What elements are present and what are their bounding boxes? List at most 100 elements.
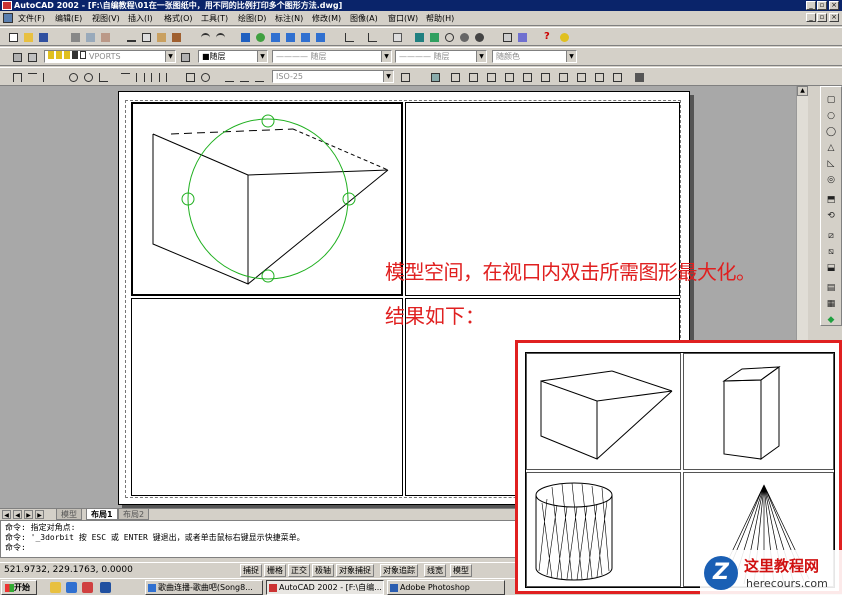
tab-layout1[interactable]: 布局1 (86, 509, 118, 520)
torus-icon[interactable]: ◎ (824, 173, 838, 187)
ne-iso-view-button[interactable] (592, 70, 605, 83)
snap-toggle[interactable]: 捕捉 (240, 564, 262, 577)
orbit-handle-top[interactable] (261, 114, 275, 128)
menu-insert[interactable]: 插入(I) (128, 13, 153, 24)
menu-tools[interactable]: 工具(T) (201, 13, 228, 24)
front-view-button[interactable] (520, 70, 533, 83)
close-button[interactable]: × (829, 1, 839, 10)
markup-button[interactable] (472, 30, 485, 43)
dim-edit-button[interactable] (222, 70, 235, 83)
menu-image[interactable]: 图像(A) (350, 13, 378, 24)
sphere-icon[interactable]: ○ (824, 109, 838, 123)
scroll-up-arrow[interactable]: ▲ (797, 86, 808, 96)
setup-drawing-icon[interactable]: ▤ (824, 281, 838, 295)
tab-next-arrow[interactable]: ▶ (24, 510, 33, 519)
zoom-window-button[interactable] (298, 30, 311, 43)
db-connect-button[interactable] (457, 30, 470, 43)
model-paper-toggle[interactable]: 模型 (450, 564, 472, 577)
command-prompt[interactable]: 命令: (5, 543, 513, 553)
menu-format[interactable]: 格式(O) (164, 13, 193, 24)
menu-help[interactable]: 帮助(H) (426, 13, 454, 24)
slice-icon[interactable]: ⧄ (824, 229, 838, 243)
make-layer-current-button[interactable] (178, 50, 191, 63)
radius-dim-button[interactable] (66, 70, 79, 83)
zoom-realtime-button[interactable] (283, 30, 296, 43)
baseline-dim-button[interactable] (133, 70, 146, 83)
tab-last-arrow[interactable]: ▶ (35, 510, 44, 519)
dim-style-button[interactable] (398, 70, 411, 83)
dimstyle-combo[interactable]: ISO-25 ▼ (272, 70, 394, 83)
osnap-toggle[interactable]: 对象捕捉 (336, 564, 374, 577)
menu-dimension[interactable]: 标注(N) (275, 13, 303, 24)
menu-draw[interactable]: 绘图(D) (238, 13, 266, 24)
menu-file[interactable]: 文件(F) (18, 13, 45, 24)
extrude-icon[interactable]: ⬒ (824, 193, 838, 207)
camera-button[interactable] (632, 70, 645, 83)
diameter-dim-button[interactable] (81, 70, 94, 83)
angular-dim-button[interactable] (96, 70, 109, 83)
quicklaunch-folder-icon[interactable] (50, 582, 61, 593)
leader-button[interactable] (163, 70, 176, 83)
lineweight-toggle[interactable]: 线宽 (424, 564, 446, 577)
doc-minimize-button[interactable]: _ (806, 13, 816, 22)
autocad-app-icon[interactable] (2, 1, 12, 10)
task-music-browser[interactable]: 歌曲连播-歌曲吧(Song8... (145, 580, 263, 595)
design-center-button[interactable] (390, 30, 403, 43)
new-file-button[interactable] (6, 30, 19, 43)
calculator-button[interactable] (515, 30, 528, 43)
aligned-dim-button[interactable] (25, 70, 38, 83)
nw-iso-view-button[interactable] (610, 70, 623, 83)
minimize-button[interactable]: _ (806, 1, 816, 10)
document-icon[interactable] (3, 13, 13, 23)
table-button[interactable] (500, 30, 513, 43)
distance-button[interactable] (342, 30, 355, 43)
interfere-icon[interactable]: ⬓ (824, 261, 838, 275)
viewport-bottom-left[interactable] (131, 298, 403, 496)
task-autocad[interactable]: AutoCAD 2002 - [F:\自编... (266, 580, 384, 595)
pan-button[interactable] (268, 30, 281, 43)
ortho-toggle[interactable]: 正交 (288, 564, 310, 577)
wedge-icon[interactable]: ◺ (824, 157, 838, 171)
3d-orbit-arcball[interactable] (181, 114, 356, 283)
se-iso-view-button[interactable] (574, 70, 587, 83)
grid-toggle[interactable]: 栅格 (264, 564, 286, 577)
layer-manager-button[interactable] (10, 50, 23, 63)
tab-prev-arrow[interactable]: ◀ (13, 510, 22, 519)
linetype-combo[interactable]: ———— 随层 ▼ (272, 50, 392, 63)
match-properties-button[interactable] (169, 30, 182, 43)
plotstyle-combo[interactable]: 随颜色 ▼ (492, 50, 577, 63)
center-mark-button[interactable] (198, 70, 211, 83)
quicklaunch-media-icon[interactable] (82, 582, 93, 593)
redo-button[interactable] (213, 30, 226, 43)
copy-button[interactable] (139, 30, 152, 43)
layer-previous-button[interactable] (25, 50, 38, 63)
aerial-view-button[interactable] (238, 30, 251, 43)
cut-button[interactable] (124, 30, 137, 43)
cylinder-icon[interactable]: ◯ (824, 125, 838, 139)
whats-new-button[interactable] (557, 30, 570, 43)
tab-model[interactable]: 模型 (56, 509, 82, 520)
start-button[interactable]: 开始 (1, 580, 37, 595)
maximize-button[interactable]: ▫ (817, 1, 827, 10)
viewport-top-left-active[interactable] (131, 102, 403, 296)
menu-window[interactable]: 窗口(W) (388, 13, 418, 24)
named-views-toolbar-button[interactable] (428, 70, 441, 83)
ordinate-dim-button[interactable] (40, 70, 53, 83)
bottom-view-button[interactable] (466, 70, 479, 83)
paste-button[interactable] (154, 30, 167, 43)
render-button[interactable] (427, 30, 440, 43)
orbit-handle-right[interactable] (342, 192, 356, 206)
3d-orbit-button[interactable] (253, 30, 266, 43)
menu-view[interactable]: 视图(V) (92, 13, 120, 24)
tolerance-button[interactable] (183, 70, 196, 83)
command-window[interactable]: 命令: 指定对角点: 命令: '_3dorbit 按 ESC 或 ENTER 键… (0, 520, 518, 558)
tab-first-arrow[interactable]: ◀ (2, 510, 11, 519)
print-button[interactable] (68, 30, 81, 43)
right-view-button[interactable] (502, 70, 515, 83)
tab-layout2[interactable]: 布局2 (118, 509, 150, 520)
open-button[interactable] (21, 30, 34, 43)
quicklaunch-ie-icon[interactable] (66, 582, 77, 593)
continue-dim-button[interactable] (148, 70, 161, 83)
revolve-icon[interactable]: ⟲ (824, 209, 838, 223)
named-views-button[interactable] (412, 30, 425, 43)
